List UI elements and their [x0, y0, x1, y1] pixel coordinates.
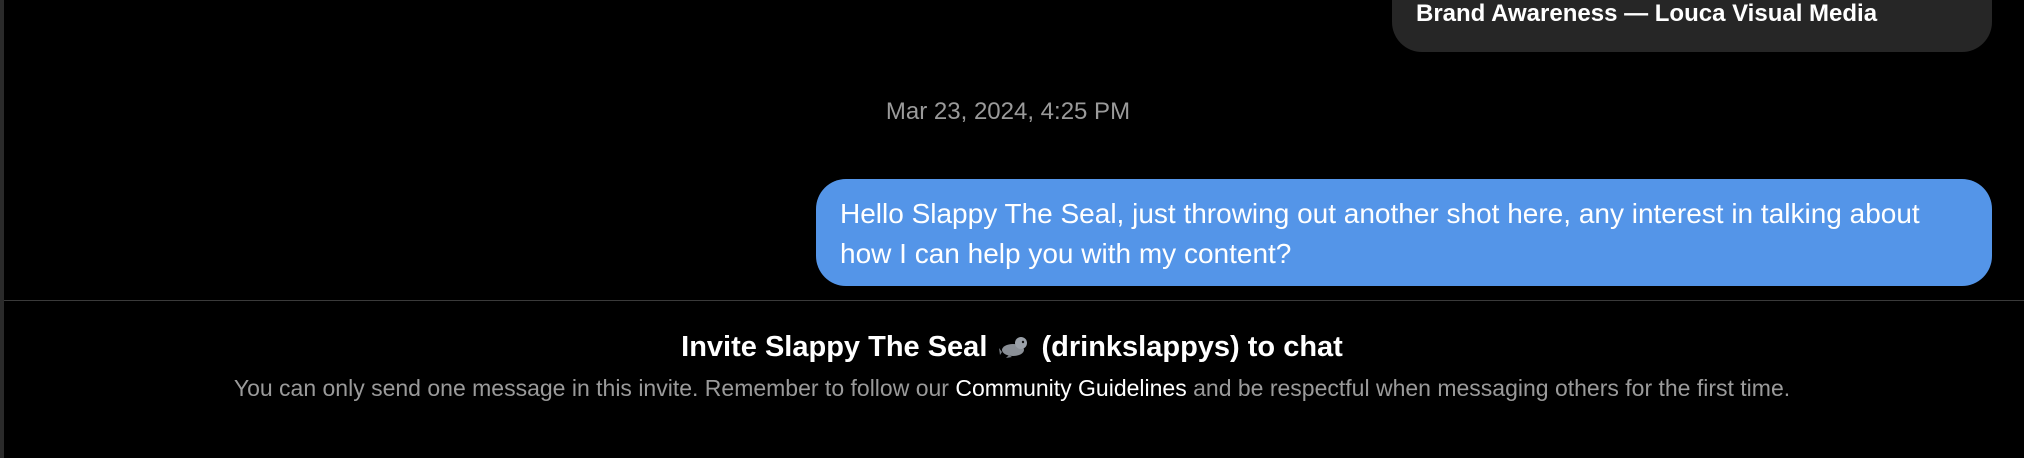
invite-note-before: You can only send one message in this in… — [233, 375, 949, 401]
invite-title-suffix: (drinkslappys) to chat — [1041, 331, 1343, 363]
community-guidelines-link[interactable]: Community Guidelines — [955, 375, 1186, 401]
invite-note: You can only send one message in this in… — [0, 373, 2024, 403]
chat-window: Brand Awareness — Louca Visual Media Mar… — [0, 0, 2024, 458]
message-timestamp: Mar 23, 2024, 4:25 PM — [885, 98, 1131, 125]
previous-message-bubble[interactable]: Brand Awareness — Louca Visual Media — [1392, 0, 1992, 52]
invite-title-prefix: Invite Slappy The Seal — [681, 331, 988, 363]
divider — [4, 300, 2024, 301]
previous-message-text: Brand Awareness — Louca Visual Media — [1416, 0, 1878, 27]
invite-title: Invite Slappy The Seal (drinkslappys) to… — [0, 329, 2024, 365]
seal-icon — [999, 337, 1028, 358]
invite-note-after: and be respectful when messaging others … — [1193, 375, 1791, 401]
sent-message-bubble[interactable]: Hello Slappy The Seal, just throwing out… — [816, 179, 1992, 286]
